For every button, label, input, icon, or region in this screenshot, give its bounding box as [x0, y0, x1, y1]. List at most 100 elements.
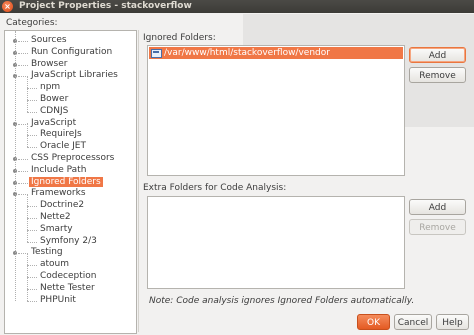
tree-item-label: Nette2 — [40, 212, 71, 222]
tree-line — [27, 241, 37, 243]
add-extra-folder-button[interactable]: Add Folder... — [409, 199, 466, 229]
tree-item-label: CSS Preprocessors — [31, 153, 115, 163]
tree-item[interactable]: Nette Tester — [40, 283, 95, 294]
ok-button[interactable]: OK — [357, 314, 390, 330]
tree-item[interactable]: Smarty — [40, 224, 73, 235]
tree-item[interactable]: JavaScript — [31, 118, 76, 129]
tree-item[interactable]: npm — [40, 82, 60, 93]
tree-item[interactable]: Bower — [40, 94, 68, 105]
tree-line — [27, 229, 37, 231]
add-ignored-folder-button[interactable]: Add Folder... — [409, 47, 466, 77]
categories-label: Categories: — [6, 18, 58, 28]
tree-line — [27, 88, 37, 90]
tree-item-label: Smarty — [40, 223, 73, 234]
tree-item[interactable]: Doctrine2 — [40, 200, 84, 211]
remove-extra-folder-button[interactable]: Remove — [409, 219, 466, 235]
tree-line — [27, 265, 28, 277]
tree-item[interactable]: Nette2 — [40, 212, 71, 223]
folder-path: /var/www/html/stackoverflow/vendor — [164, 48, 330, 58]
tree-item[interactable]: Browser — [31, 59, 67, 70]
tree-line — [27, 206, 28, 218]
window-title: Project Properties - stackoverflow — [19, 1, 192, 11]
splitter[interactable] — [138, 30, 139, 332]
help-button[interactable]: Help — [436, 314, 469, 330]
tree-line — [27, 277, 37, 278]
tree-item[interactable]: Run Configuration — [31, 47, 112, 58]
tree-line — [27, 123, 28, 136]
tree-item-label: JavaScript — [31, 117, 77, 128]
tree-item-label: Doctrine2 — [40, 200, 85, 211]
title-bar: × Project Properties - stackoverflow — [0, 0, 474, 13]
tree-item-label: JavaScript Libraries — [31, 70, 118, 81]
tree-line — [27, 100, 37, 101]
tree-line — [18, 159, 28, 160]
tree-item[interactable]: CDNJS — [40, 106, 68, 117]
tree-line — [18, 41, 28, 42]
tree-line — [27, 111, 37, 113]
tree-item[interactable]: atoum — [40, 259, 69, 270]
ignored-folders-label: Ignored Folders: — [143, 33, 216, 43]
tree-item[interactable]: Include Path — [31, 165, 86, 176]
tree-item[interactable]: RequireJs — [40, 129, 82, 140]
tree-item-label: Frameworks — [31, 188, 86, 199]
tree-item[interactable]: Frameworks — [31, 188, 86, 199]
close-icon[interactable]: × — [2, 1, 13, 12]
tree-item-label: Bower — [40, 94, 69, 104]
tree-item[interactable]: Symfony 2/3 — [40, 236, 97, 247]
list-item[interactable]: /var/www/html/stackoverflow/vendor — [149, 47, 403, 59]
tree-line — [27, 288, 37, 290]
extra-folders-label: Extra Folders for Code Analysis: — [143, 183, 287, 193]
tree-item-label: Oracle JET — [40, 141, 86, 152]
tree-line — [27, 300, 37, 302]
tree-line — [18, 52, 28, 54]
tree-item[interactable]: Sources — [31, 35, 67, 46]
categories-tree[interactable]: Sources Run Configuration Browser JavaScrip… — [4, 30, 137, 334]
tree-item-label: npm — [40, 82, 61, 93]
tree-line — [27, 229, 28, 242]
tree-item-label: CDNJS — [40, 105, 69, 116]
cancel-button[interactable]: Cancel — [394, 314, 432, 330]
tree-item-label: Codeception — [40, 271, 97, 281]
tree-line — [27, 135, 28, 148]
note-text: Note: Code analysis ignores Ignored Fold… — [149, 296, 415, 306]
tree-item[interactable]: CSS Preprocessors — [31, 153, 114, 164]
tree-item[interactable]: Codeception — [40, 271, 96, 282]
folder-icon — [151, 49, 162, 58]
tree-line — [27, 217, 28, 230]
tree-item[interactable]: PHPUnit — [40, 295, 76, 306]
tree-line — [27, 99, 28, 112]
tree-item-label: atoum — [40, 259, 70, 270]
remove-ignored-folder-button[interactable]: Remove — [409, 67, 466, 83]
tree-line — [27, 265, 37, 267]
tree-item-label: PHPUnit — [40, 294, 76, 305]
tree-line — [27, 288, 28, 301]
tree-line — [18, 64, 28, 66]
ignored-folders-list[interactable]: /var/www/html/stackoverflow/vendor — [147, 45, 405, 176]
tree-item[interactable]: Ignored Folders — [29, 176, 103, 188]
tree-line — [15, 31, 16, 301]
tree-line — [27, 194, 28, 207]
tree-item[interactable]: JavaScript Libraries — [31, 70, 118, 81]
tree-item-label: Browser — [31, 58, 68, 69]
tree-item-label: Sources — [31, 35, 67, 45]
tree-item-label: Nette Tester — [40, 282, 95, 293]
tree-line — [27, 76, 28, 89]
extra-folders-list[interactable] — [147, 196, 405, 289]
tree-line — [27, 88, 28, 100]
tree-line — [18, 182, 28, 184]
tree-line — [27, 218, 37, 219]
tree-line — [27, 276, 28, 289]
tree-line — [27, 206, 37, 208]
tree-line — [27, 135, 37, 137]
tree-item-label: Include Path — [31, 164, 87, 175]
tree-item-label: RequireJs — [40, 129, 82, 140]
tree-item[interactable]: Oracle JET — [40, 141, 86, 152]
tree-item-label: Ignored Folders — [29, 176, 103, 187]
tree-item-label: Symfony 2/3 — [40, 235, 97, 246]
tree-item-label: Run Configuration — [31, 46, 113, 57]
tree-line — [27, 253, 28, 266]
tree-line — [27, 147, 37, 149]
tree-item[interactable]: Testing — [31, 247, 63, 258]
tree-line — [18, 170, 28, 172]
tree-item-label: Testing — [31, 247, 63, 258]
